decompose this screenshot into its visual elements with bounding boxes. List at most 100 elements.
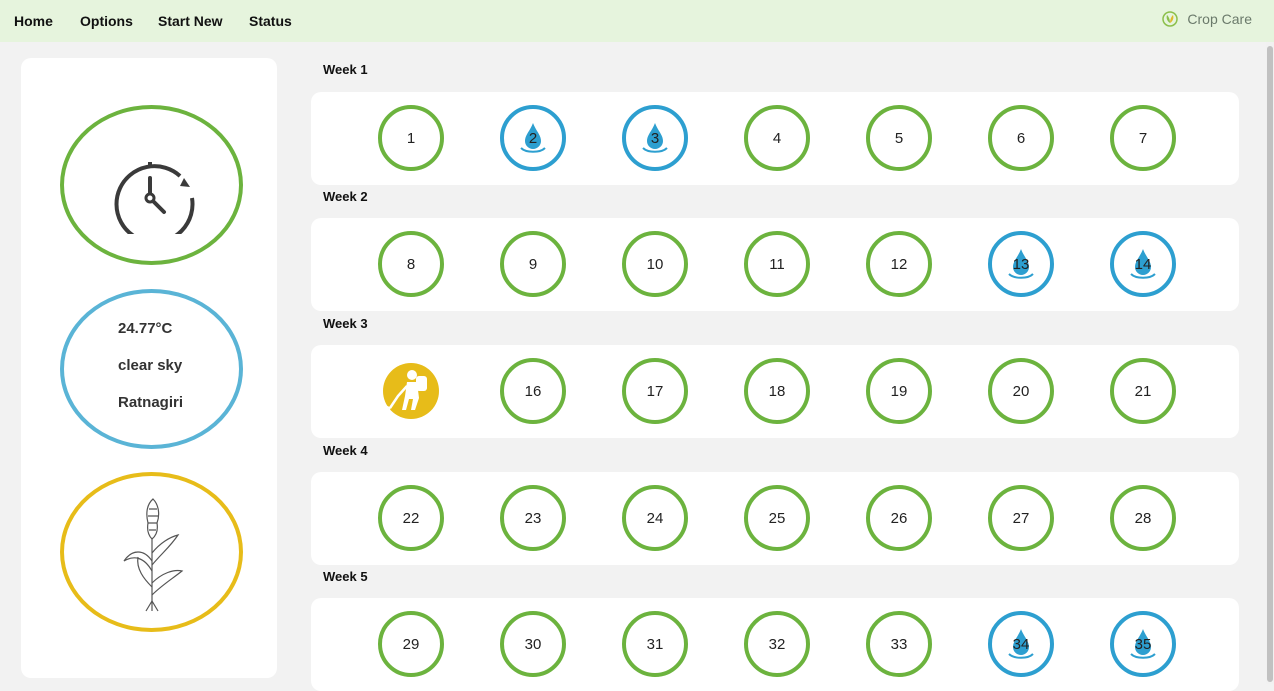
sidebar-panel: 24.77°C clear sky Ratnagiri bbox=[21, 58, 277, 678]
weather-location: Ratnagiri bbox=[118, 394, 184, 411]
day-number: 27 bbox=[1012, 509, 1030, 527]
crop-care-logo-icon bbox=[1162, 11, 1179, 27]
week-label: Week 3 bbox=[323, 316, 368, 331]
day-circle[interactable]: 20 bbox=[988, 358, 1054, 424]
day-number: 19 bbox=[890, 382, 908, 400]
day-number: 11 bbox=[769, 255, 785, 273]
day-number: 34 bbox=[1012, 635, 1030, 653]
day-number: 25 bbox=[768, 509, 786, 527]
week-label: Week 1 bbox=[323, 62, 368, 77]
day-number: 28 bbox=[1134, 509, 1152, 527]
day-circle[interactable]: 17 bbox=[622, 358, 688, 424]
day-circle[interactable]: 6 bbox=[988, 105, 1054, 171]
day-circle[interactable]: 29 bbox=[378, 611, 444, 677]
week-label: Week 4 bbox=[323, 443, 368, 458]
day-number: 1 bbox=[406, 129, 416, 147]
sorghum-plant-icon bbox=[123, 498, 184, 612]
day-number: 16 bbox=[524, 382, 542, 400]
nav-home-link[interactable]: Home bbox=[14, 13, 53, 29]
top-nav-bar: Home Options Start New Status Crop Care bbox=[0, 0, 1274, 42]
week-label: Week 2 bbox=[323, 189, 368, 204]
day-circle[interactable]: 25 bbox=[744, 485, 810, 551]
day-number: 24 bbox=[646, 509, 664, 527]
day-circle[interactable]: 27 bbox=[988, 485, 1054, 551]
day-water-circle[interactable]: 3 bbox=[622, 105, 688, 171]
page-scrollbar[interactable] bbox=[1266, 42, 1274, 684]
nav-options-link[interactable]: Options bbox=[80, 13, 133, 29]
day-circle[interactable]: 31 bbox=[622, 611, 688, 677]
day-number: 32 bbox=[768, 635, 786, 653]
day-circle[interactable]: 16 bbox=[500, 358, 566, 424]
weather-condition: clear sky bbox=[118, 357, 183, 374]
clock-icon bbox=[114, 162, 195, 234]
week-row: 8 9 10 11 12 13 14 bbox=[311, 218, 1239, 311]
day-number: 20 bbox=[1012, 382, 1030, 400]
day-number: 10 bbox=[646, 255, 664, 273]
day-circle[interactable]: 19 bbox=[866, 358, 932, 424]
day-circle[interactable]: 4 bbox=[744, 105, 810, 171]
day-number: 18 bbox=[768, 382, 786, 400]
day-number: 14 bbox=[1134, 255, 1152, 273]
day-water-circle[interactable]: 13 bbox=[988, 231, 1054, 297]
nav-start-new-link[interactable]: Start New bbox=[158, 13, 223, 29]
day-circle[interactable]: 32 bbox=[744, 611, 810, 677]
weather-temperature: 24.77°C bbox=[118, 320, 173, 337]
day-number: 22 bbox=[402, 509, 420, 527]
week-label: Week 5 bbox=[323, 569, 368, 584]
day-circle[interactable]: 22 bbox=[378, 485, 444, 551]
day-number: 12 bbox=[890, 255, 908, 273]
week-row: 29 30 31 32 33 34 35 bbox=[311, 598, 1239, 691]
day-number: 29 bbox=[402, 635, 420, 653]
day-circle[interactable]: 5 bbox=[866, 105, 932, 171]
day-number: 26 bbox=[890, 509, 908, 527]
week-row: 22 23 24 25 26 27 28 bbox=[311, 472, 1239, 565]
brand[interactable]: Crop Care bbox=[1162, 11, 1252, 27]
day-water-circle[interactable]: 2 bbox=[500, 105, 566, 171]
day-number: 6 bbox=[1016, 129, 1026, 147]
week-row: 1 2 3 4 5 6 7 bbox=[311, 92, 1239, 185]
day-water-circle[interactable]: 14 bbox=[1110, 231, 1176, 297]
day-water-circle[interactable]: 34 bbox=[988, 611, 1054, 677]
day-water-circle[interactable]: 35 bbox=[1110, 611, 1176, 677]
week-row: 16 17 18 19 20 21 bbox=[311, 345, 1239, 438]
day-circle[interactable]: 23 bbox=[500, 485, 566, 551]
day-number: 23 bbox=[524, 509, 542, 527]
weather-circle: 24.77°C clear sky Ratnagiri bbox=[60, 289, 243, 449]
day-number: 8 bbox=[406, 255, 416, 273]
nav-status-link[interactable]: Status bbox=[249, 13, 292, 29]
day-circle[interactable]: 21 bbox=[1110, 358, 1176, 424]
brand-name: Crop Care bbox=[1187, 11, 1252, 27]
day-circle[interactable]: 9 bbox=[500, 231, 566, 297]
day-number: 5 bbox=[894, 129, 904, 147]
day-number: 4 bbox=[772, 129, 782, 147]
day-number: 7 bbox=[1138, 129, 1148, 147]
crop-circle bbox=[60, 472, 243, 632]
day-number: 9 bbox=[528, 255, 538, 273]
day-circle[interactable]: 30 bbox=[500, 611, 566, 677]
day-number: 13 bbox=[1012, 255, 1030, 273]
day-circle[interactable]: 18 bbox=[744, 358, 810, 424]
pesticide-sprayer-icon bbox=[383, 363, 439, 419]
day-circle[interactable]: 28 bbox=[1110, 485, 1176, 551]
day-number: 33 bbox=[890, 635, 908, 653]
day-circle[interactable]: 26 bbox=[866, 485, 932, 551]
day-circle[interactable]: 1 bbox=[378, 105, 444, 171]
day-number: 31 bbox=[646, 635, 664, 653]
day-circle[interactable]: 33 bbox=[866, 611, 932, 677]
day-number: 3 bbox=[650, 129, 660, 147]
day-circle[interactable]: 7 bbox=[1110, 105, 1176, 171]
day-spray-circle[interactable] bbox=[378, 358, 444, 424]
day-circle[interactable]: 10 bbox=[622, 231, 688, 297]
scrollbar-thumb[interactable] bbox=[1267, 46, 1273, 682]
weather-info: 24.77°C clear sky Ratnagiri bbox=[118, 320, 183, 431]
day-circle[interactable]: 12 bbox=[866, 231, 932, 297]
day-number: 21 bbox=[1134, 382, 1152, 400]
day-circle[interactable]: 24 bbox=[622, 485, 688, 551]
schedule-circle[interactable] bbox=[60, 105, 243, 265]
day-number: 35 bbox=[1134, 635, 1152, 653]
day-number: 2 bbox=[528, 129, 538, 147]
day-number: 17 bbox=[646, 382, 664, 400]
day-circle[interactable]: 8 bbox=[378, 231, 444, 297]
day-number: 30 bbox=[524, 635, 542, 653]
day-circle[interactable]: 11 bbox=[744, 231, 810, 297]
